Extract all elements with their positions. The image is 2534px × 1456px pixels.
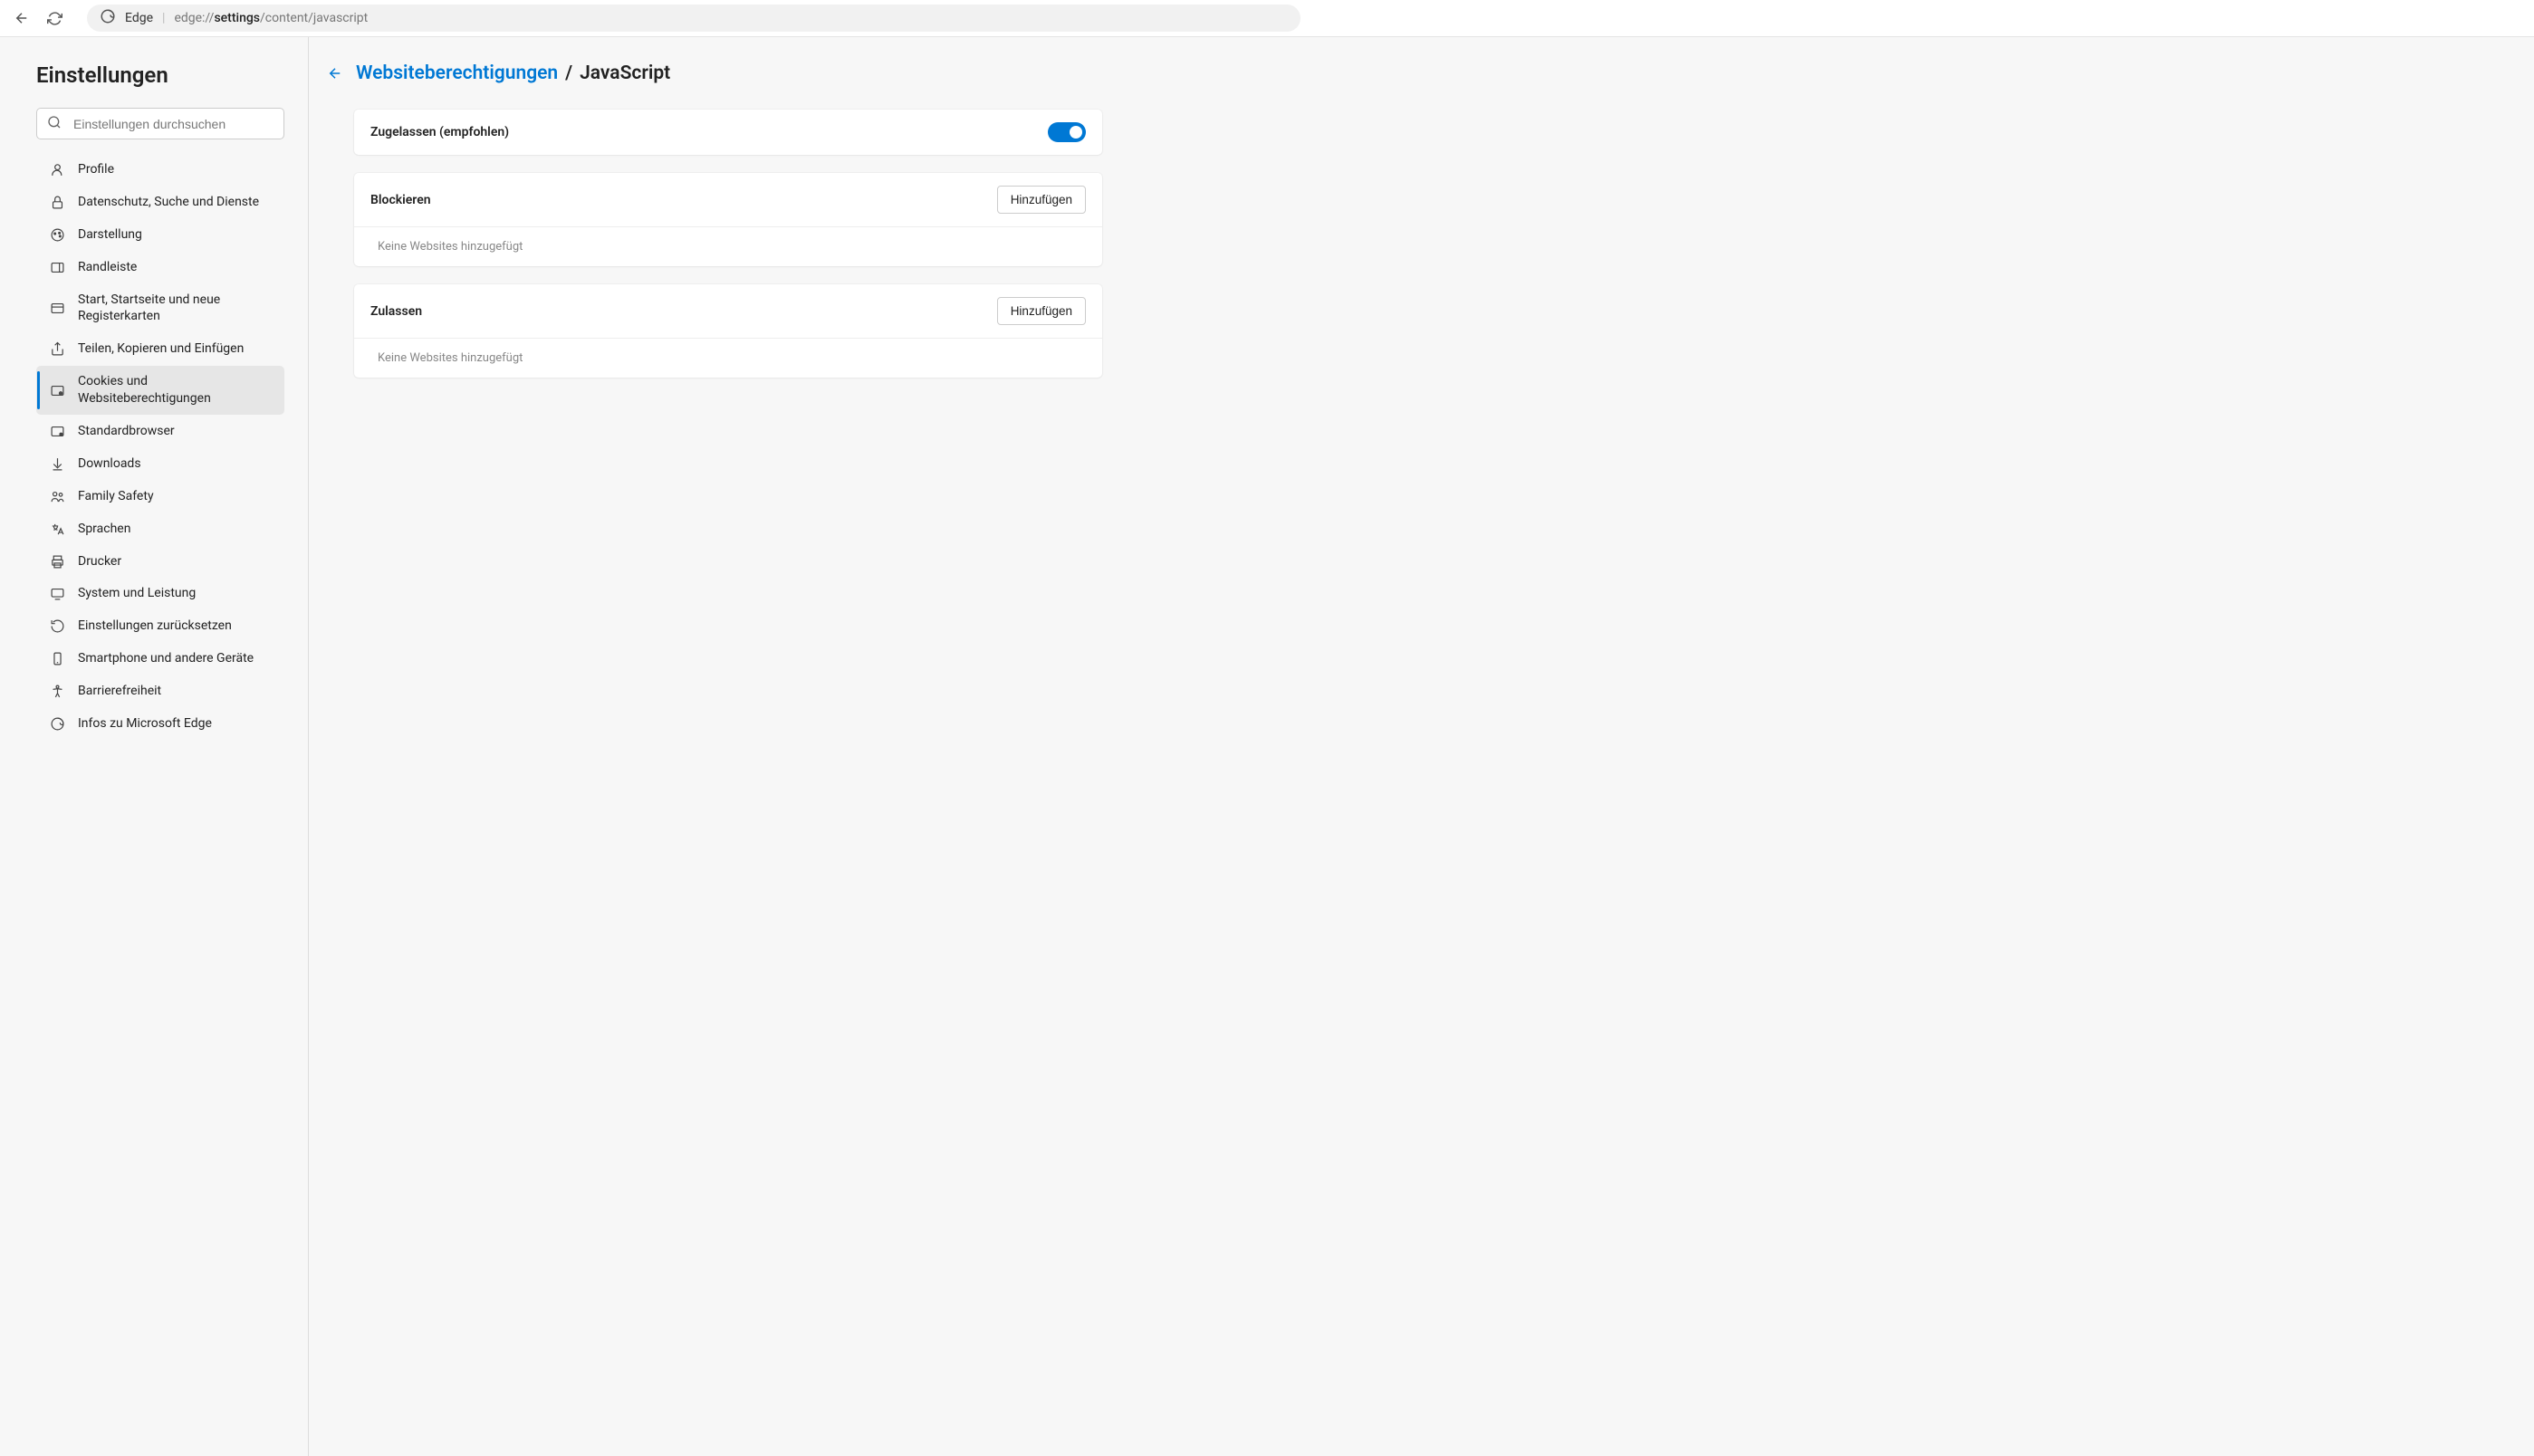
allowed-title: Zugelassen (empfohlen): [370, 125, 509, 139]
address-bar[interactable]: Edge | edge://settings/content/javascrip…: [87, 5, 1301, 32]
default-browser-icon: [49, 423, 65, 439]
sidebar-item-label: Smartphone und andere Geräte: [78, 650, 275, 667]
sidebar-item-label: Cookies und Websiteberechtigungen: [78, 373, 275, 407]
sidebar-search: [36, 108, 284, 139]
sidebar-item-label: Profile: [78, 161, 275, 178]
sidebar-item-label: Standardbrowser: [78, 423, 275, 440]
search-icon: [47, 115, 62, 133]
sidebar-item-8[interactable]: Downloads: [36, 448, 284, 480]
sidebar-item-label: Infos zu Microsoft Edge: [78, 715, 275, 733]
block-add-button[interactable]: Hinzufügen: [997, 186, 1086, 214]
sidebar-item-16[interactable]: Infos zu Microsoft Edge: [36, 708, 284, 740]
lock-icon: [49, 194, 65, 210]
sidebar-item-6[interactable]: Cookies und Websiteberechtigungen: [36, 366, 284, 415]
address-app-label: Edge: [125, 11, 153, 25]
sidebar-item-2[interactable]: Darstellung: [36, 219, 284, 251]
sidebar-item-14[interactable]: Smartphone und andere Geräte: [36, 643, 284, 675]
language-icon: [49, 521, 65, 537]
phone-icon: [49, 651, 65, 667]
printer-icon: [49, 553, 65, 570]
main-content: Websiteberechtigungen / JavaScript Zugel…: [309, 37, 2534, 1456]
breadcrumb-link[interactable]: Websiteberechtigungen: [356, 62, 558, 84]
sidebar-nav: Profile Datenschutz, Suche und Dienste Dar…: [36, 154, 284, 740]
sidebar-item-7[interactable]: Standardbrowser: [36, 416, 284, 447]
allow-title: Zulassen: [370, 304, 422, 319]
sidebar-item-1[interactable]: Datenschutz, Suche und Dienste: [36, 187, 284, 218]
sidebar-item-label: Downloads: [78, 455, 275, 473]
sidebar-item-15[interactable]: Barrierefreiheit: [36, 675, 284, 707]
sidebar-item-label: Teilen, Kopieren und Einfügen: [78, 340, 275, 358]
allowed-toggle[interactable]: [1048, 122, 1086, 142]
allow-card: Zulassen Hinzufügen Keine Websites hinzu…: [354, 284, 1102, 378]
system-icon: [49, 586, 65, 602]
allow-add-button[interactable]: Hinzufügen: [997, 297, 1086, 325]
sidebar-item-label: Drucker: [78, 553, 275, 570]
sidebar-title: Einstellungen: [36, 62, 284, 88]
block-empty-text: Keine Websites hinzugefügt: [354, 226, 1102, 266]
sidebar-item-11[interactable]: Drucker: [36, 546, 284, 578]
block-card: Blockieren Hinzufügen Keine Websites hin…: [354, 173, 1102, 266]
sidebar-item-12[interactable]: System und Leistung: [36, 578, 284, 609]
sidebar-item-label: Datenschutz, Suche und Dienste: [78, 194, 275, 211]
download-icon: [49, 455, 65, 472]
back-button[interactable]: [7, 4, 36, 33]
allow-empty-text: Keine Websites hinzugefügt: [354, 338, 1102, 378]
sidebar-item-label: System und Leistung: [78, 585, 275, 602]
sidebar-item-10[interactable]: Sprachen: [36, 513, 284, 545]
breadcrumb-current: JavaScript: [580, 62, 670, 84]
sidebar-item-5[interactable]: Teilen, Kopieren und Einfügen: [36, 333, 284, 365]
sidebar-item-4[interactable]: Start, Startseite und neue Registerkarte…: [36, 284, 284, 333]
breadcrumb-separator: /: [565, 62, 572, 84]
reset-icon: [49, 618, 65, 635]
search-input[interactable]: [36, 108, 284, 139]
edge-icon: [49, 715, 65, 732]
family-icon: [49, 488, 65, 504]
allowed-card: Zugelassen (empfohlen): [354, 110, 1102, 155]
sidebar-item-label: Darstellung: [78, 226, 275, 244]
sidebar-item-9[interactable]: Family Safety: [36, 481, 284, 512]
sidebar-item-13[interactable]: Einstellungen zurücksetzen: [36, 610, 284, 642]
sidebar-item-3[interactable]: Randleiste: [36, 252, 284, 283]
reload-button[interactable]: [40, 4, 69, 33]
paint-icon: [49, 226, 65, 243]
block-title: Blockieren: [370, 193, 431, 207]
address-url: edge://settings/content/javascript: [174, 11, 368, 25]
sidebar-icon: [49, 259, 65, 275]
home-tab-icon: [49, 300, 65, 316]
edge-logo-icon: [100, 8, 116, 28]
settings-sidebar: Einstellungen Profile Datenschutz, Suche …: [0, 37, 309, 1456]
breadcrumb-back-button[interactable]: [327, 65, 343, 81]
sidebar-item-label: Family Safety: [78, 488, 275, 505]
cookies-icon: [49, 382, 65, 398]
share-icon: [49, 341, 65, 358]
sidebar-item-label: Einstellungen zurücksetzen: [78, 618, 275, 635]
sidebar-item-label: Randleiste: [78, 259, 275, 276]
address-separator: |: [162, 11, 165, 25]
accessibility-icon: [49, 684, 65, 700]
sidebar-item-label: Sprachen: [78, 521, 275, 538]
sidebar-item-label: Barrierefreiheit: [78, 683, 275, 700]
breadcrumb: Websiteberechtigungen / JavaScript: [327, 62, 2534, 84]
browser-toolbar: Edge | edge://settings/content/javascrip…: [0, 0, 2534, 37]
user-icon: [49, 161, 65, 177]
sidebar-item-0[interactable]: Profile: [36, 154, 284, 186]
sidebar-item-label: Start, Startseite und neue Registerkarte…: [78, 292, 275, 326]
